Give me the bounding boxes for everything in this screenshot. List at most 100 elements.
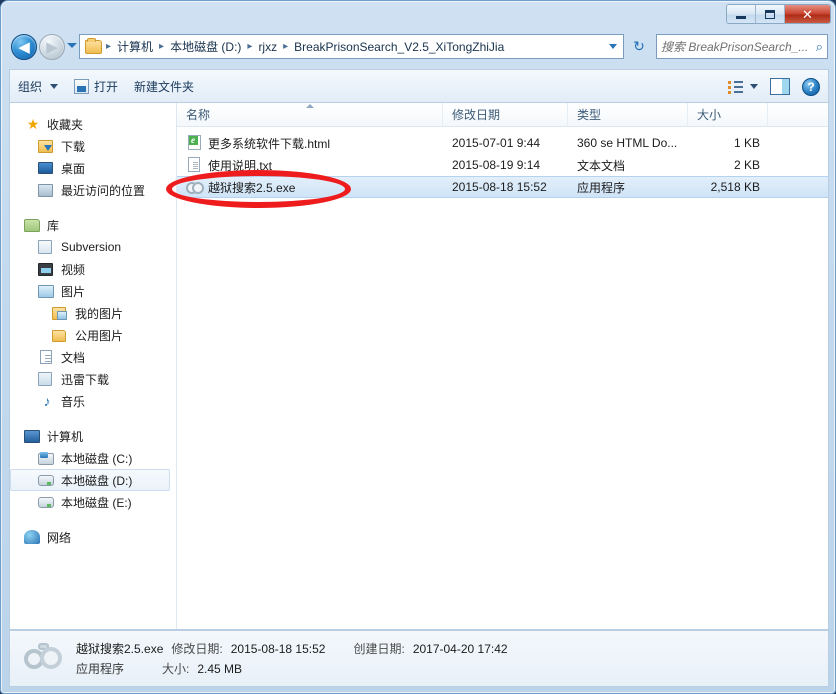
sidebar-item-label: 网络 [47,530,72,545]
sidebar-group-spacer [10,412,176,425]
column-header-name[interactable]: 名称 [177,103,443,126]
details-line-1: 越狱搜索2.5.exe 修改日期: 2015-08-18 15:52 创建日期:… [76,640,508,657]
window-controls: ✕ [726,4,831,24]
sidebar-item-public-pictures[interactable]: 公用图片 [10,324,170,346]
html-file-icon [186,135,202,151]
open-file-icon [74,79,90,94]
breadcrumb-separator: ▸ [283,41,289,52]
cell-date: 2015-07-01 9:44 [452,136,541,150]
system-drive-icon [38,450,56,466]
details-status-bar: 越狱搜索2.5.exe 修改日期: 2015-08-18 15:52 创建日期:… [9,630,829,687]
organize-button[interactable]: 组织 [10,75,66,99]
music-icon: ♪ [43,393,51,409]
cell-date: 2015-08-18 15:52 [452,180,547,194]
cell-date: 2015-08-19 9:14 [452,158,541,172]
new-folder-button[interactable]: 新建文件夹 [126,75,202,99]
search-box[interactable]: 搜索 BreakPrisonSearch_... ⌕ [656,34,828,59]
sidebar-item-star[interactable]: ★ 收藏夹 [10,113,170,135]
sidebar-item-label: 收藏夹 [47,117,84,132]
toolbar-right-group: ? [727,77,828,96]
sidebar-item-library[interactable]: 库 [10,214,170,236]
content-area: ★ 收藏夹下载桌面最近访问的位置库 Subversion 视频图片 我的图片公用图片文档… [9,102,829,630]
file-list-pane: 名称修改日期类型大小 更多系统软件下载.html 2015-07-01 9:44 3… [177,103,828,629]
chevron-down-icon [50,84,59,89]
column-header-type[interactable]: 类型 [568,103,688,126]
open-label: 打开 [94,80,119,94]
sidebar-item-downloads[interactable]: 下载 [10,135,170,157]
sidebar-item-drive[interactable]: 本地磁盘 (D:) [10,469,170,491]
sidebar-item-documents[interactable]: 文档 [10,346,170,368]
sidebar-item-network[interactable]: 网络 [10,526,170,548]
table-row[interactable]: 更多系统软件下载.html 2015-07-01 9:44 360 se HTML … [177,132,828,154]
address-bar[interactable]: ▸ 计算机 ▸ 本地磁盘 (D:) ▸ rjxz ▸ BreakPrisonSearch_V2… [79,34,624,59]
breadcrumb-item-0[interactable]: 计算机 [113,36,157,57]
breadcrumb-item-3[interactable]: BreakPrisonSearch_V2.5_XiTongZhiJia [290,38,508,56]
details-size-label: 大小: [162,662,190,676]
new-folder-label: 新建文件夹 [134,80,195,94]
sidebar-item-label: 文档 [61,350,86,365]
sidebar-item-music[interactable]: ♪ 音乐 [10,390,170,412]
drive-icon [38,494,56,510]
sidebar-item-computer[interactable]: 计算机 [10,425,170,447]
navigation-pane: ★ 收藏夹下载桌面最近访问的位置库 Subversion 视频图片 我的图片公用图片文档… [10,103,177,629]
handcuffs-exe-icon [186,179,204,195]
sidebar-item-system-drive[interactable]: 本地磁盘 (C:) [10,447,170,469]
sidebar-item-my-pictures[interactable]: 我的图片 [10,302,170,324]
sidebar-item-label: 公用图片 [75,328,124,343]
sidebar-item-label: 下载 [61,139,86,154]
sidebar-item-label: 视频 [61,262,86,277]
change-view-icon[interactable] [727,79,745,95]
sidebar-item-label: 迅雷下载 [61,372,110,387]
sidebar-group-spacer [10,201,176,214]
breadcrumb-item-1[interactable]: 本地磁盘 (D:) [166,36,245,57]
thunder-download-icon [38,371,56,387]
view-dropdown-icon[interactable] [750,84,758,89]
network-icon [24,529,42,545]
sidebar-item-thunder-download[interactable]: 迅雷下载 [10,368,170,390]
column-header-date[interactable]: 修改日期 [443,103,568,126]
address-dropdown-icon[interactable] [605,35,621,58]
column-header-size[interactable]: 大小 [688,103,768,126]
table-row[interactable]: 使用说明.txt 2015-08-19 9:14 文本文档 2 KB [177,154,828,176]
minimize-button[interactable] [727,5,756,23]
column-headers: 名称 修改日期 类型 大小 [177,103,828,127]
my-pictures-icon [52,305,70,321]
sidebar-item-pictures[interactable]: 图片 [10,280,170,302]
help-button[interactable]: ? [802,77,820,96]
breadcrumb: ▸ 计算机 ▸ 本地磁盘 (D:) ▸ rjxz ▸ BreakPrisonSearch_V2… [104,35,605,58]
drive-icon [38,472,56,488]
maximize-button[interactable] [756,5,785,23]
details-modified-value: 2015-08-18 15:52 [230,642,326,656]
refresh-button[interactable]: ↻ [627,34,651,59]
recent-pages-dropdown-icon[interactable] [67,43,77,48]
back-button[interactable]: ◀ [11,34,37,60]
sidebar-item-recent-places[interactable]: 最近访问的位置 [10,179,170,201]
sidebar-item-label: 最近访问的位置 [61,183,146,198]
library-icon [24,217,42,233]
sidebar-item-subversion[interactable]: Subversion [10,236,170,258]
open-button[interactable]: 打开 [66,75,126,99]
details-created-value: 2017-04-20 17:42 [412,642,508,656]
explorer-window: ✕ ◀ ▶ ▸ 计算机 ▸ 本地磁盘 (D:) ▸ rjxz ▸ BreakPrisonSea… [0,0,836,694]
search-input[interactable]: 搜索 BreakPrisonSearch_... [661,38,813,55]
sidebar-item-drive[interactable]: 本地磁盘 (E:) [10,491,170,513]
breadcrumb-item-2[interactable]: rjxz [254,38,281,56]
cell-name: 越狱搜索2.5.exe [177,179,443,196]
table-row[interactable]: 越狱搜索2.5.exe 2015-08-18 15:52 应用程序 2,518 KB [177,176,828,198]
sidebar-item-desktop[interactable]: 桌面 [10,157,170,179]
close-button[interactable]: ✕ [785,5,830,23]
sidebar-item-videos[interactable]: 视频 [10,258,170,280]
details-info: 越狱搜索2.5.exe 修改日期: 2015-08-18 15:52 创建日期:… [76,640,508,677]
cell-type: 文本文档 [577,158,626,173]
text-file-icon [186,157,202,173]
details-filetype: 应用程序 [76,662,125,676]
subversion-icon [38,239,56,255]
documents-icon [38,349,56,365]
forward-button[interactable]: ▶ [39,34,65,60]
cell-type: 360 se HTML Do... [577,136,678,150]
details-filename: 越狱搜索2.5.exe [76,642,164,656]
details-line-2: 应用程序 大小: 2.45 MB [76,660,508,677]
breadcrumb-separator: ▸ [247,41,253,52]
handcuffs-icon [22,637,66,681]
preview-pane-button[interactable] [770,78,790,95]
